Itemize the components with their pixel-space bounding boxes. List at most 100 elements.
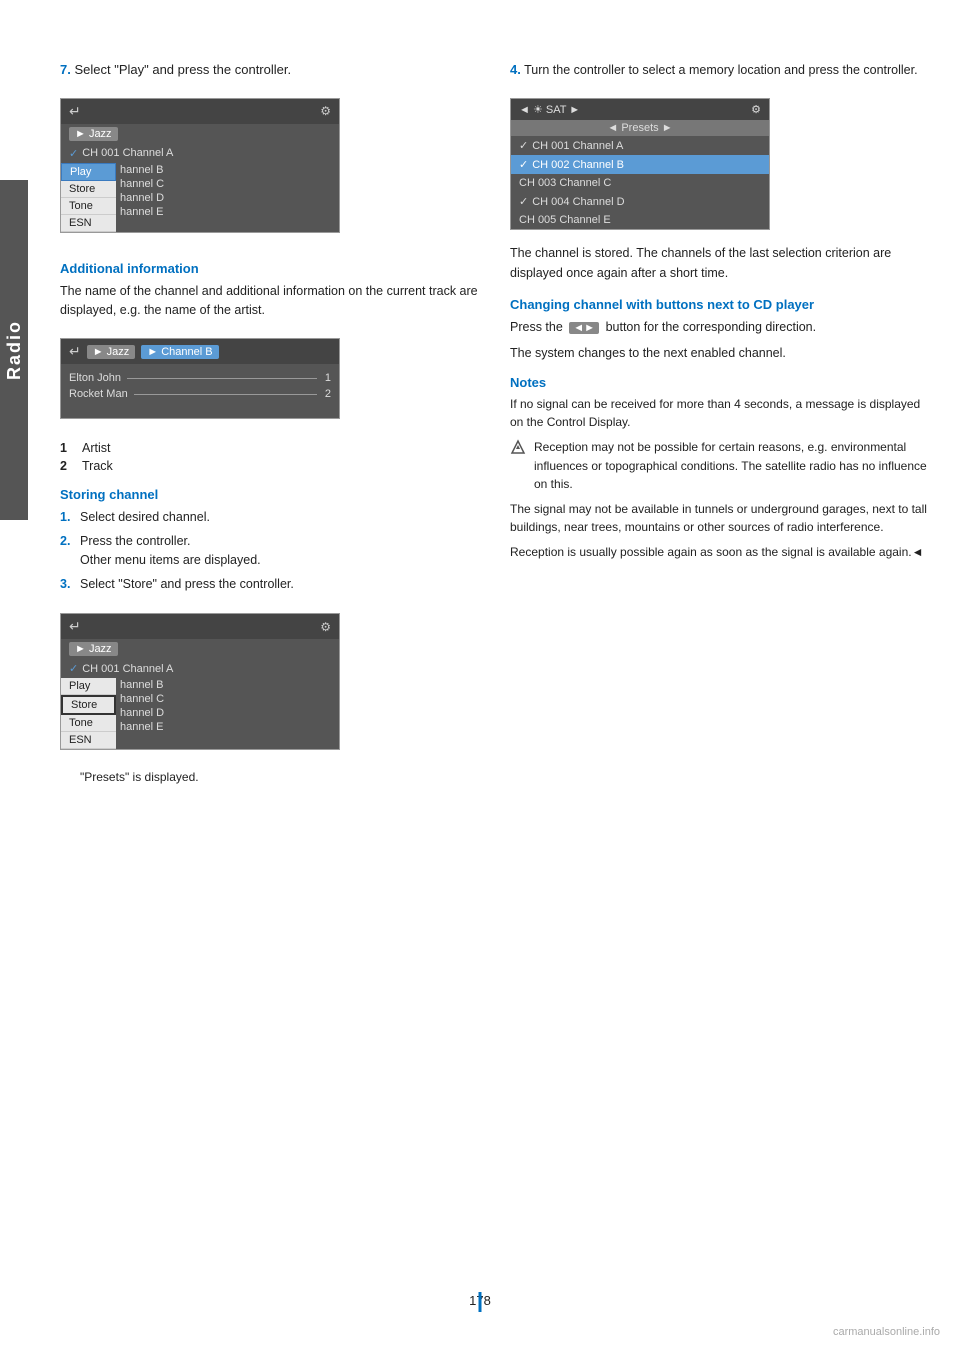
changing-body: Press the ◄► button for the correspondin… [510, 318, 930, 337]
sat-gear-icon: ⚙ [751, 103, 761, 116]
legend-label-2: Track [82, 459, 113, 473]
screen-1-container: ↵ ⚙ ► Jazz ✓ CH 001 Channel A Pl [60, 88, 340, 247]
sat-ch001-row: ✓ CH 001 Channel A [511, 136, 769, 155]
track-row: Rocket Man 2 [69, 386, 331, 402]
screen-3-menu-row: Play Store Tone ESN hannel B hannel C ha… [61, 678, 339, 749]
screen-2-body: Elton John 1 Rocket Man 2 [61, 364, 339, 418]
channel-b-label: ► Channel B [141, 345, 218, 359]
ch3-hannel-c: hannel C [120, 692, 339, 706]
ch3-hannel-d: hannel D [120, 706, 339, 720]
step-4-text: Turn the controller to select a memory l… [524, 63, 917, 77]
legend-num-2: 2 [60, 459, 76, 473]
ch3-hannel-b: hannel B [120, 678, 339, 692]
jazz-label-3: ► Jazz [69, 642, 118, 656]
changing-button: ◄► [569, 322, 599, 334]
storing-step-2-num: 2. [60, 532, 74, 570]
watermark: carmanualsonline.info [833, 1326, 940, 1338]
ch001-label: CH 001 Channel A [82, 147, 173, 159]
sat-ch003-row: CH 003 Channel C [511, 174, 769, 192]
legend: 1 Artist 2 Track [60, 441, 480, 473]
sat-ch005-row: CH 005 Channel E [511, 211, 769, 229]
screen-1-header-left: ↵ [69, 103, 81, 120]
menu-items-3: Play Store Tone ESN [61, 678, 116, 749]
channels-right-1: hannel B hannel C hannel D hannel E [116, 163, 339, 232]
storing-step-1-num: 1. [60, 508, 74, 527]
storing-step-1-text: Select desired channel. [80, 508, 210, 527]
menu3-tone: Tone [61, 715, 116, 732]
left-column: 7. Select "Play" and press the controlle… [60, 60, 480, 784]
triangle-note: Reception may not be possible for certai… [510, 438, 930, 494]
menu3-store: Store [61, 695, 116, 715]
artist-name: Elton John [69, 372, 121, 384]
screen-1-header: ↵ ⚙ [61, 99, 339, 124]
screen-3-jazz-row: ► Jazz [61, 639, 339, 659]
additional-info-heading: Additional information [60, 261, 480, 276]
sat-presets-row: ◄ Presets ► [511, 120, 769, 136]
menu-items-1: Play Store Tone ESN [61, 163, 116, 232]
storing-step-1: 1. Select desired channel. [60, 508, 480, 527]
changing-body-3: The system changes to the next enabled c… [510, 344, 930, 363]
sat-ch002-check: ✓ [519, 158, 528, 171]
triangle-note-text: Reception may not be possible for certai… [534, 438, 930, 494]
menu3-play: Play [61, 678, 116, 695]
notes-body-2: The signal may not be available in tunne… [510, 500, 930, 537]
channels-right-3: hannel B hannel C hannel D hannel E [116, 678, 339, 749]
storing-step-2-text: Press the controller.Other menu items ar… [80, 532, 261, 570]
sat-ch001-check: ✓ [519, 139, 528, 152]
screen-3: ↵ ⚙ ► Jazz ✓ CH 001 Channel A Pl [60, 613, 340, 750]
back-arrow-icon-2: ↵ [69, 343, 81, 360]
sat-header: ◄ ☀ SAT ► ⚙ [511, 99, 769, 120]
screen-3-header: ↵ ⚙ [61, 614, 339, 639]
notes-heading: Notes [510, 375, 930, 390]
sat-ch004-text: CH 004 Channel D [532, 196, 624, 208]
legend-2: 2 Track [60, 459, 480, 473]
screen-3-body: ► Jazz ✓ CH 001 Channel A Play Store Ton… [61, 639, 339, 749]
page-bar [479, 1292, 482, 1312]
changing-channel-heading: Changing channel with buttons next to CD… [510, 297, 930, 312]
storing-step-3-text: Select "Store" and press the controller. [80, 575, 294, 594]
sat-header-text: ◄ ☀ SAT ► [519, 103, 580, 116]
sat-screen: ◄ ☀ SAT ► ⚙ ◄ Presets ► ✓ CH 001 Channel… [510, 98, 770, 230]
stored-text: The channel is stored. The channels of t… [510, 244, 930, 283]
screen-3-container: ↵ ⚙ ► Jazz ✓ CH 001 Channel A Pl [60, 603, 340, 764]
sat-ch005-text: CH 005 Channel E [519, 214, 611, 226]
ch-hannel-d: hannel D [120, 191, 339, 205]
screen-1-body: ► Jazz ✓ CH 001 Channel A Play Store Ton… [61, 124, 339, 232]
sat-ch004-check: ✓ [519, 195, 528, 208]
screen-3-ch001-row: ✓ CH 001 Channel A [61, 659, 339, 678]
storing-step-3: 3. Select "Store" and press the controll… [60, 575, 480, 594]
storing-step-2: 2. Press the controller.Other menu items… [60, 532, 480, 570]
side-tab-label: Radio [4, 320, 25, 380]
track-name: Rocket Man [69, 388, 128, 400]
artist-number: 1 [325, 372, 331, 384]
triangle-icon [510, 439, 526, 455]
storing-steps: 1. Select desired channel. 2. Press the … [60, 508, 480, 593]
storing-step-3-num: 3. [60, 575, 74, 594]
track-number: 2 [325, 388, 331, 400]
checkmark-icon-1: ✓ [69, 147, 78, 160]
screen-2-header: ↵ ► Jazz ► Channel B [61, 339, 339, 364]
back-arrow-icon: ↵ [69, 103, 81, 120]
step-7-number: 7. [60, 62, 71, 77]
step-4-number: 4. [510, 62, 521, 77]
screen-1-menu-row: Play Store Tone ESN hannel B hannel C ha… [61, 163, 339, 232]
ch3-hannel-e: hannel E [120, 720, 339, 734]
notes-body-1: If no signal can be received for more th… [510, 395, 930, 432]
sat-ch004-row: ✓ CH 004 Channel D [511, 192, 769, 211]
menu-store: Store [61, 181, 116, 198]
additional-info-body: The name of the channel and additional i… [60, 282, 480, 321]
legend-label-1: Artist [82, 441, 110, 455]
legend-1: 1 Artist [60, 441, 480, 455]
screen-1-jazz-row: ► Jazz [61, 124, 339, 144]
menu-play: Play [61, 163, 116, 181]
screen-3-header-left: ↵ [69, 618, 81, 635]
back-arrow-icon-3: ↵ [69, 618, 81, 635]
menu3-esn: ESN [61, 732, 116, 749]
screen-2-container: ↵ ► Jazz ► Channel B Elton John 1 Rocket… [60, 328, 340, 433]
jazz-label: ► Jazz [69, 127, 118, 141]
sat-screen-container: ◄ ☀ SAT ► ⚙ ◄ Presets ► ✓ CH 001 Channel… [510, 88, 770, 244]
changing-body-1: Press the [510, 320, 563, 334]
sat-body: ✓ CH 001 Channel A ✓ CH 002 Channel B CH… [511, 136, 769, 229]
menu-tone: Tone [61, 198, 116, 215]
step-7-text: Select "Play" and press the controller. [74, 62, 291, 77]
